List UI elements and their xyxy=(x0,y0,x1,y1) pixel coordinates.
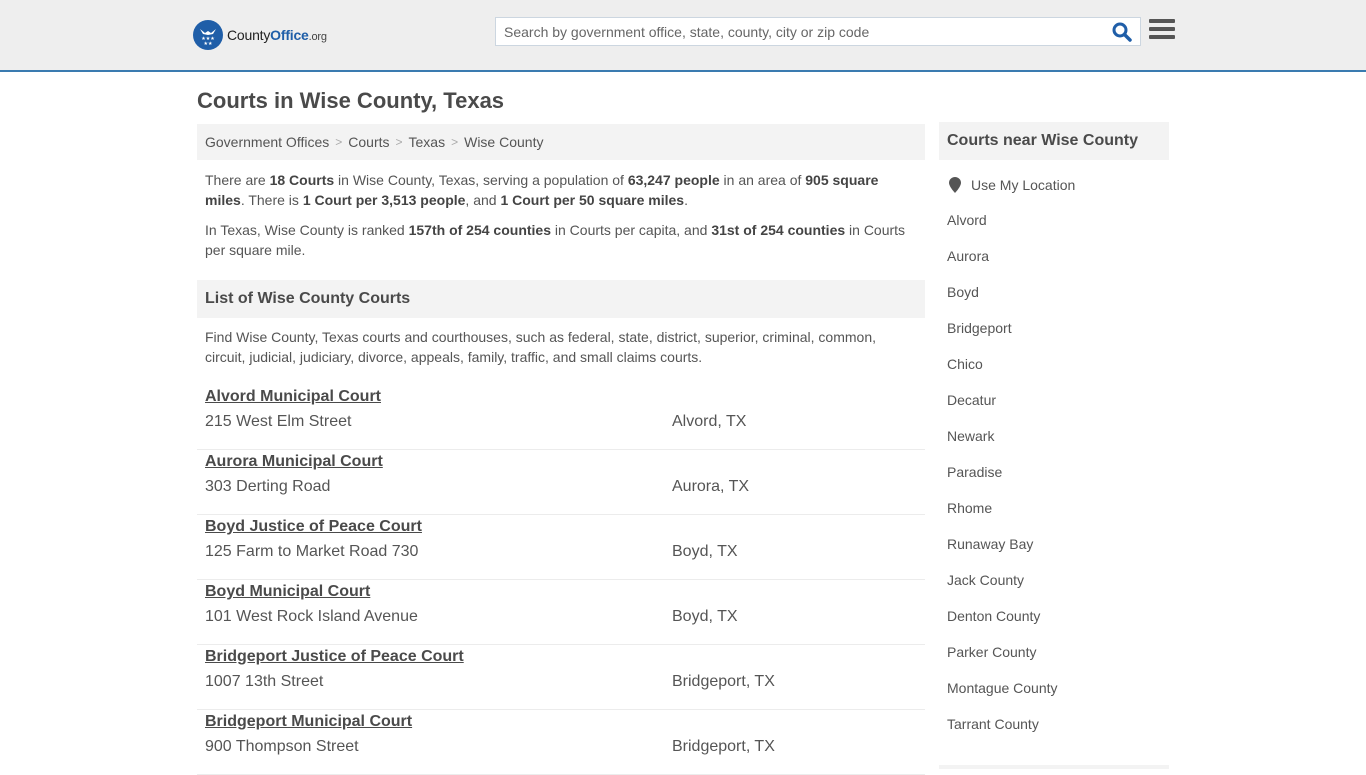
hamburger-menu-button[interactable] xyxy=(1149,19,1175,43)
text: There are xyxy=(205,172,270,188)
courts-per-area: 1 Court per 50 square miles xyxy=(500,192,685,208)
use-my-location-link[interactable]: Use My Location xyxy=(971,177,1075,193)
map-pin-icon xyxy=(949,177,961,193)
court-address: 1007 13th Street xyxy=(205,673,324,690)
page-title: Courts in Wise County, Texas xyxy=(197,88,505,113)
list-heading: List of Wise County Courts xyxy=(197,280,925,318)
nearby-links: Alvord Aurora Boyd Bridgeport Chico Deca… xyxy=(939,202,1169,742)
sidebar-link-tarrant-county[interactable]: Tarrant County xyxy=(939,706,1169,742)
sidebar-link-boyd[interactable]: Boyd xyxy=(939,274,1169,310)
court-name-link[interactable]: Alvord Municipal Court xyxy=(205,388,381,406)
text: In Texas, Wise County is ranked xyxy=(205,222,409,238)
site-logo[interactable]: ★★★ ★★ CountyOffice.org xyxy=(193,20,327,50)
court-address: 900 Thompson Street xyxy=(205,738,359,755)
text: . xyxy=(684,192,688,208)
court-city: Boyd, TX xyxy=(672,543,738,560)
court-name-link[interactable]: Boyd Municipal Court xyxy=(205,583,370,601)
sidebar-next-panel xyxy=(939,765,1169,769)
text: in an area of xyxy=(719,172,806,188)
menu-bar xyxy=(1149,27,1175,31)
court-name-link[interactable]: Bridgeport Justice of Peace Court xyxy=(205,648,464,666)
court-item: Aurora Municipal Court 303 Derting Road … xyxy=(197,450,925,515)
court-item: Boyd Municipal Court 101 West Rock Islan… xyxy=(197,580,925,645)
court-name-link[interactable]: Bridgeport Municipal Court xyxy=(205,713,412,731)
court-item: Bridgeport Justice of Peace Court 1007 1… xyxy=(197,645,925,710)
court-item: Bridgeport Municipal Court 900 Thompson … xyxy=(197,710,925,775)
search-button[interactable] xyxy=(1112,22,1134,42)
court-city: Aurora, TX xyxy=(672,478,750,495)
text: . There is xyxy=(240,192,303,208)
sidebar-link-bridgeport[interactable]: Bridgeport xyxy=(939,310,1169,346)
breadcrumb-wise-county[interactable]: Wise County xyxy=(464,134,543,150)
court-list: Alvord Municipal Court 215 West Elm Stre… xyxy=(197,385,925,775)
sidebar-link-runaway-bay[interactable]: Runaway Bay xyxy=(939,526,1169,562)
court-name-link[interactable]: Boyd Justice of Peace Court xyxy=(205,518,422,536)
sidebar-link-newark[interactable]: Newark xyxy=(939,418,1169,454)
site-header: ★★★ ★★ CountyOffice.org xyxy=(0,0,1366,72)
sidebar-link-paradise[interactable]: Paradise xyxy=(939,454,1169,490)
sidebar-link-alvord[interactable]: Alvord xyxy=(939,202,1169,238)
summary-paragraph: There are 18 Courts in Wise County, Texa… xyxy=(197,170,925,210)
court-address: 125 Farm to Market Road 730 xyxy=(205,543,419,560)
breadcrumb-separator: > xyxy=(395,135,403,149)
text: in Courts per capita, and xyxy=(551,222,712,238)
breadcrumb-courts[interactable]: Courts xyxy=(348,134,389,150)
court-city: Bridgeport, TX xyxy=(672,738,775,755)
logo-office: Office xyxy=(270,27,309,43)
court-count: 18 Courts xyxy=(269,172,335,188)
use-location-row: Use My Location xyxy=(939,177,1169,193)
court-address: 215 West Elm Street xyxy=(205,413,352,430)
logo-org: .org xyxy=(308,31,327,43)
sidebar: Courts near Wise County Use My Location … xyxy=(939,122,1169,769)
court-name-link[interactable]: Aurora Municipal Court xyxy=(205,453,383,471)
court-city: Bridgeport, TX xyxy=(672,673,775,690)
court-address: 101 West Rock Island Avenue xyxy=(205,608,418,625)
svg-text:★★: ★★ xyxy=(204,41,213,46)
sidebar-link-decatur[interactable]: Decatur xyxy=(939,382,1169,418)
court-address: 303 Derting Road xyxy=(205,478,331,495)
sidebar-link-parker-county[interactable]: Parker County xyxy=(939,634,1169,670)
text: in Wise County, Texas, serving a populat… xyxy=(334,172,628,188)
search-icon xyxy=(1112,22,1132,42)
courts-per-capita: 1 Court per 3,513 people xyxy=(302,192,466,208)
population: 63,247 people xyxy=(627,172,720,188)
menu-bar xyxy=(1149,19,1175,23)
court-city: Alvord, TX xyxy=(672,413,747,430)
main-content: Government Offices > Courts > Texas > Wi… xyxy=(197,124,925,775)
court-item: Alvord Municipal Court 215 West Elm Stre… xyxy=(197,385,925,450)
breadcrumb: Government Offices > Courts > Texas > Wi… xyxy=(197,124,925,160)
sidebar-heading: Courts near Wise County xyxy=(939,122,1169,160)
eagle-badge-icon: ★★★ ★★ xyxy=(193,20,223,50)
search-input[interactable] xyxy=(496,18,1096,45)
search-box xyxy=(495,17,1141,46)
breadcrumb-government-offices[interactable]: Government Offices xyxy=(205,134,329,150)
menu-bar xyxy=(1149,35,1175,39)
court-city: Boyd, TX xyxy=(672,608,738,625)
sidebar-link-jack-county[interactable]: Jack County xyxy=(939,562,1169,598)
capita-rank: 157th of 254 counties xyxy=(408,222,551,238)
text: , and xyxy=(465,192,501,208)
logo-county: County xyxy=(227,27,271,43)
list-description: Find Wise County, Texas courts and court… xyxy=(205,329,876,365)
sidebar-link-aurora[interactable]: Aurora xyxy=(939,238,1169,274)
sidebar-link-denton-county[interactable]: Denton County xyxy=(939,598,1169,634)
logo-text: CountyOffice.org xyxy=(227,27,327,43)
ranking-paragraph: In Texas, Wise County is ranked 157th of… xyxy=(197,220,925,260)
area-rank: 31st of 254 counties xyxy=(711,222,846,238)
sidebar-link-montague-county[interactable]: Montague County xyxy=(939,670,1169,706)
breadcrumb-separator: > xyxy=(451,135,459,149)
breadcrumb-texas[interactable]: Texas xyxy=(409,134,446,150)
breadcrumb-separator: > xyxy=(335,135,343,149)
sidebar-link-chico[interactable]: Chico xyxy=(939,346,1169,382)
court-item: Boyd Justice of Peace Court 125 Farm to … xyxy=(197,515,925,580)
sidebar-link-rhome[interactable]: Rhome xyxy=(939,490,1169,526)
